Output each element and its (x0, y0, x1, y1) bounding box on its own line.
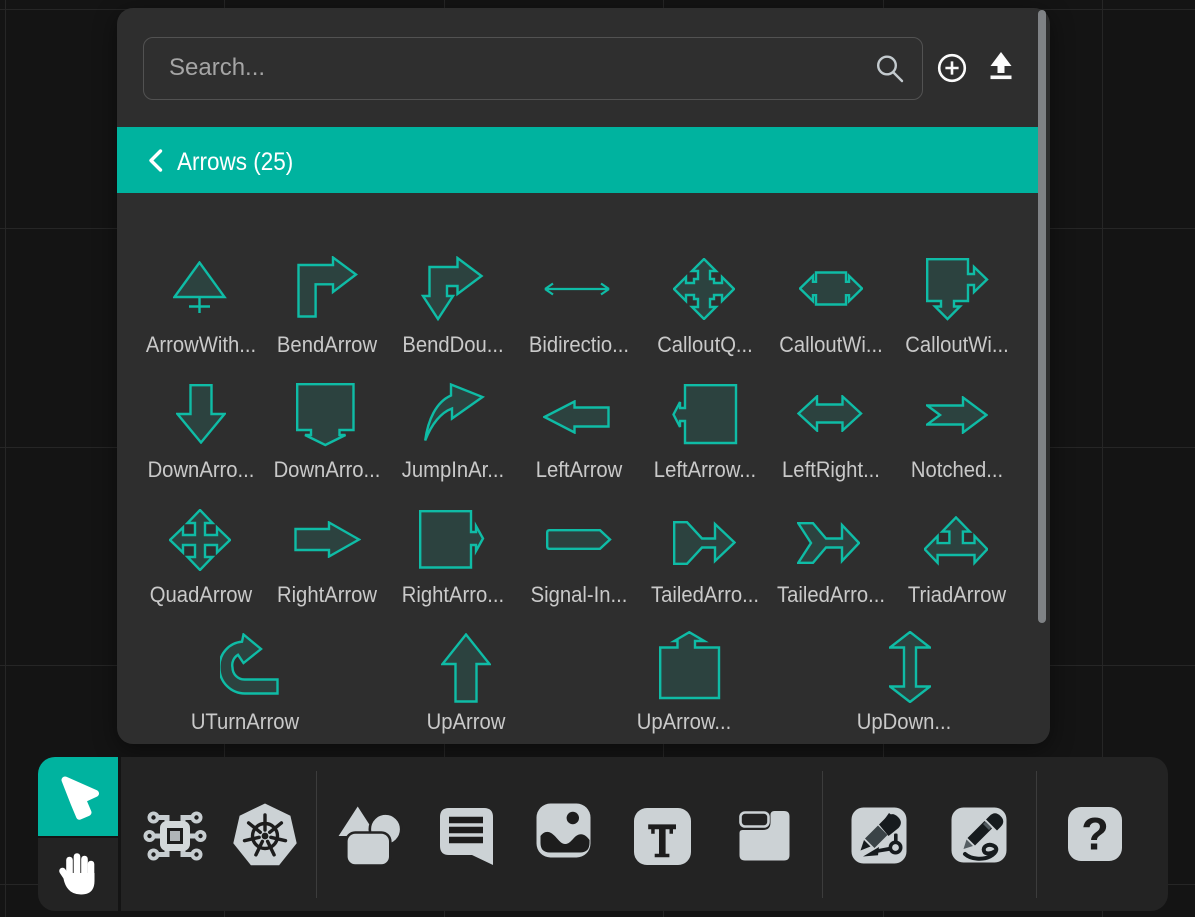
svg-text:?: ? (1081, 809, 1109, 860)
